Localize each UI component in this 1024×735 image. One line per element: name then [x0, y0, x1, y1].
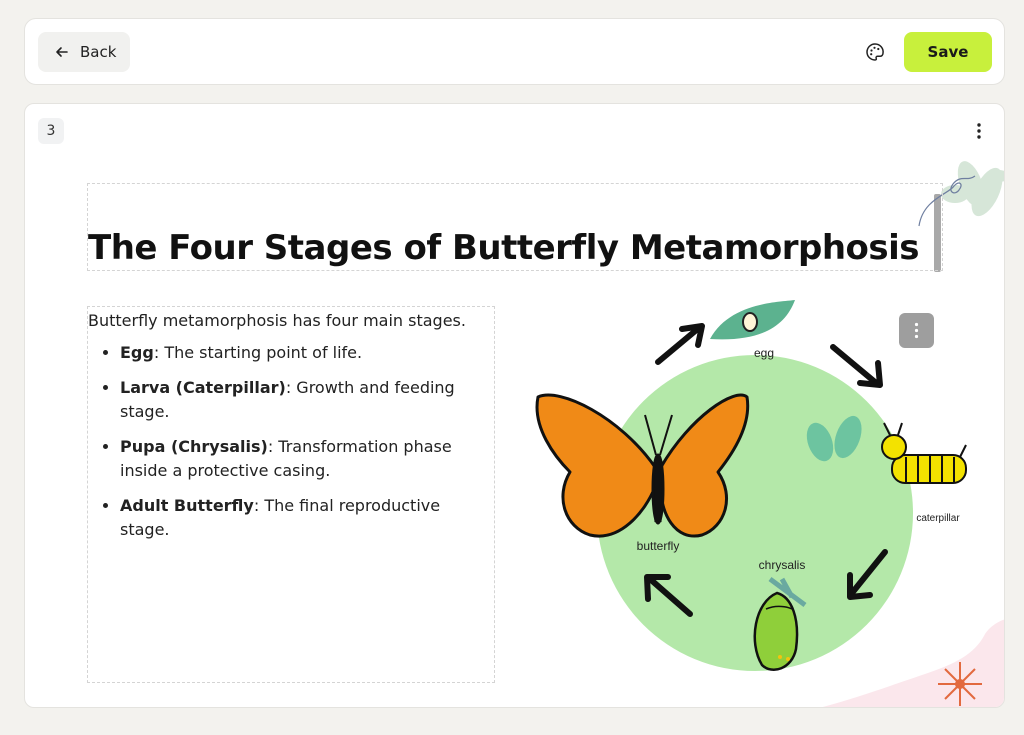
- chrysalis-label: chrysalis: [759, 558, 806, 572]
- top-toolbar: Back Save: [24, 18, 1005, 85]
- image-menu-button[interactable]: [899, 313, 934, 348]
- caterpillar-label: caterpillar: [916, 513, 960, 524]
- stage-term: Adult Butterfly: [120, 496, 254, 515]
- slide-menu-button[interactable]: [969, 120, 989, 142]
- slide-number-badge: 3: [38, 118, 64, 144]
- butterfly-label: butterfly: [637, 539, 680, 553]
- slide-canvas: 3 The Four Stages of Butterfly Metamorph…: [24, 103, 1005, 708]
- list-item: Egg: The starting point of life.: [120, 341, 494, 365]
- save-button[interactable]: Save: [904, 32, 992, 72]
- more-vertical-icon: [914, 322, 919, 339]
- stage-term: Egg: [120, 343, 154, 362]
- list-item: Adult Butterfly: The final reproductive …: [120, 494, 494, 542]
- list-item: Larva (Caterpillar): Growth and feeding …: [120, 376, 494, 424]
- more-vertical-icon: [977, 123, 981, 139]
- stage-desc: : The starting point of life.: [153, 343, 363, 362]
- intro-text: Butterfly metamorphosis has four main st…: [88, 311, 466, 330]
- stage-term: Larva (Caterpillar): [120, 378, 286, 397]
- stages-list: Egg: The starting point of life. Larva (…: [120, 341, 494, 542]
- palette-icon: [866, 43, 884, 61]
- slide-title: The Four Stages of Butterfly Metamorphos…: [88, 228, 920, 268]
- flower-decoration: [822, 619, 1004, 707]
- back-label: Back: [80, 43, 117, 61]
- body-textbox[interactable]: Butterfly metamorphosis has four main st…: [87, 306, 495, 683]
- back-button[interactable]: Back: [38, 32, 130, 72]
- list-item: Pupa (Chrysalis): Transformation phase i…: [120, 435, 494, 483]
- palette-button[interactable]: [862, 39, 888, 65]
- arrow-left-icon: [56, 47, 68, 57]
- title-textbox[interactable]: The Four Stages of Butterfly Metamorphos…: [87, 183, 943, 271]
- stage-term: Pupa (Chrysalis): [120, 437, 268, 456]
- egg-label: egg: [754, 346, 774, 360]
